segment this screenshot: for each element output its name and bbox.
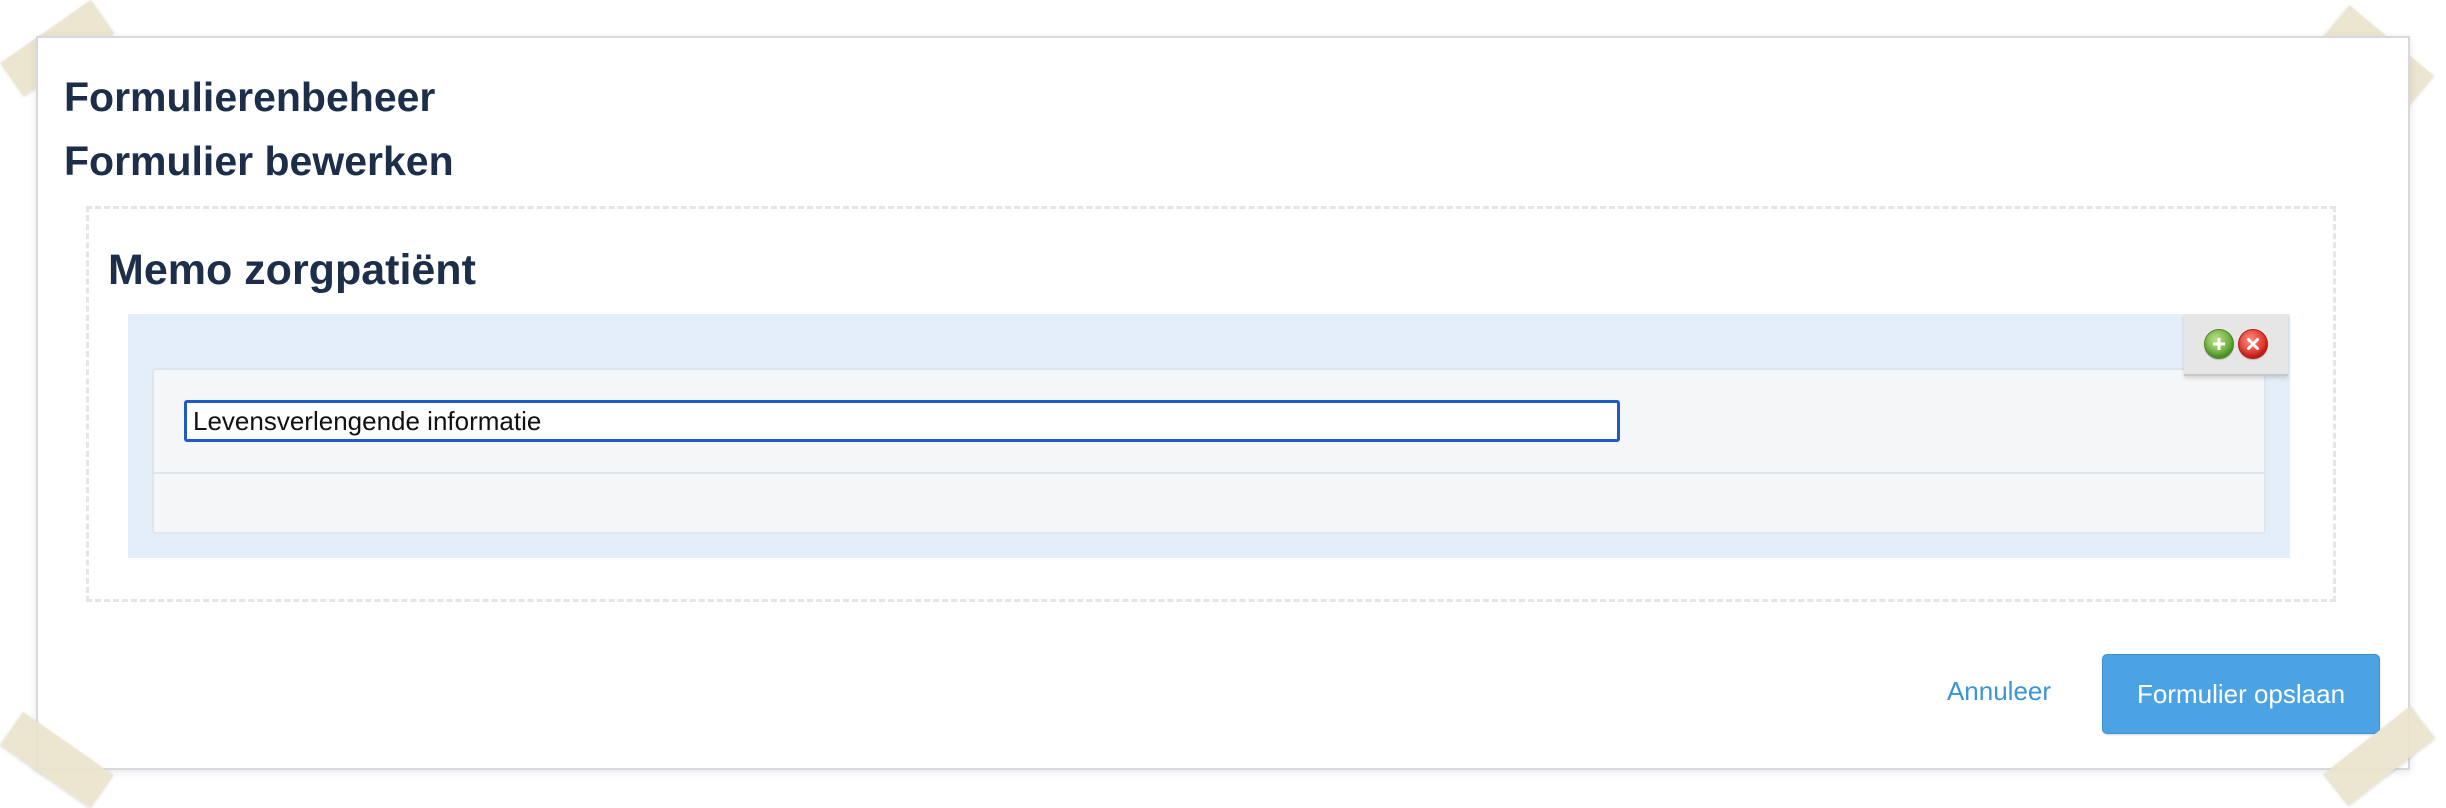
add-circle-icon[interactable] (2204, 329, 2234, 359)
section-toolbar (2184, 314, 2288, 376)
cancel-link[interactable]: Annuleer (1926, 676, 2072, 707)
page-title: Formulier bewerken (64, 138, 454, 184)
field-panel (152, 368, 2266, 534)
form-title: Memo zorgpatiënt (108, 246, 476, 294)
field-divider (154, 472, 2264, 474)
app-title: Formulierenbeheer (64, 74, 436, 120)
save-form-button[interactable]: Formulier opslaan (2102, 654, 2380, 734)
field-text-input[interactable] (184, 400, 1620, 442)
screen: Formulierenbeheer Formulier bewerken Mem… (0, 0, 2446, 808)
remove-circle-icon[interactable] (2238, 329, 2268, 359)
